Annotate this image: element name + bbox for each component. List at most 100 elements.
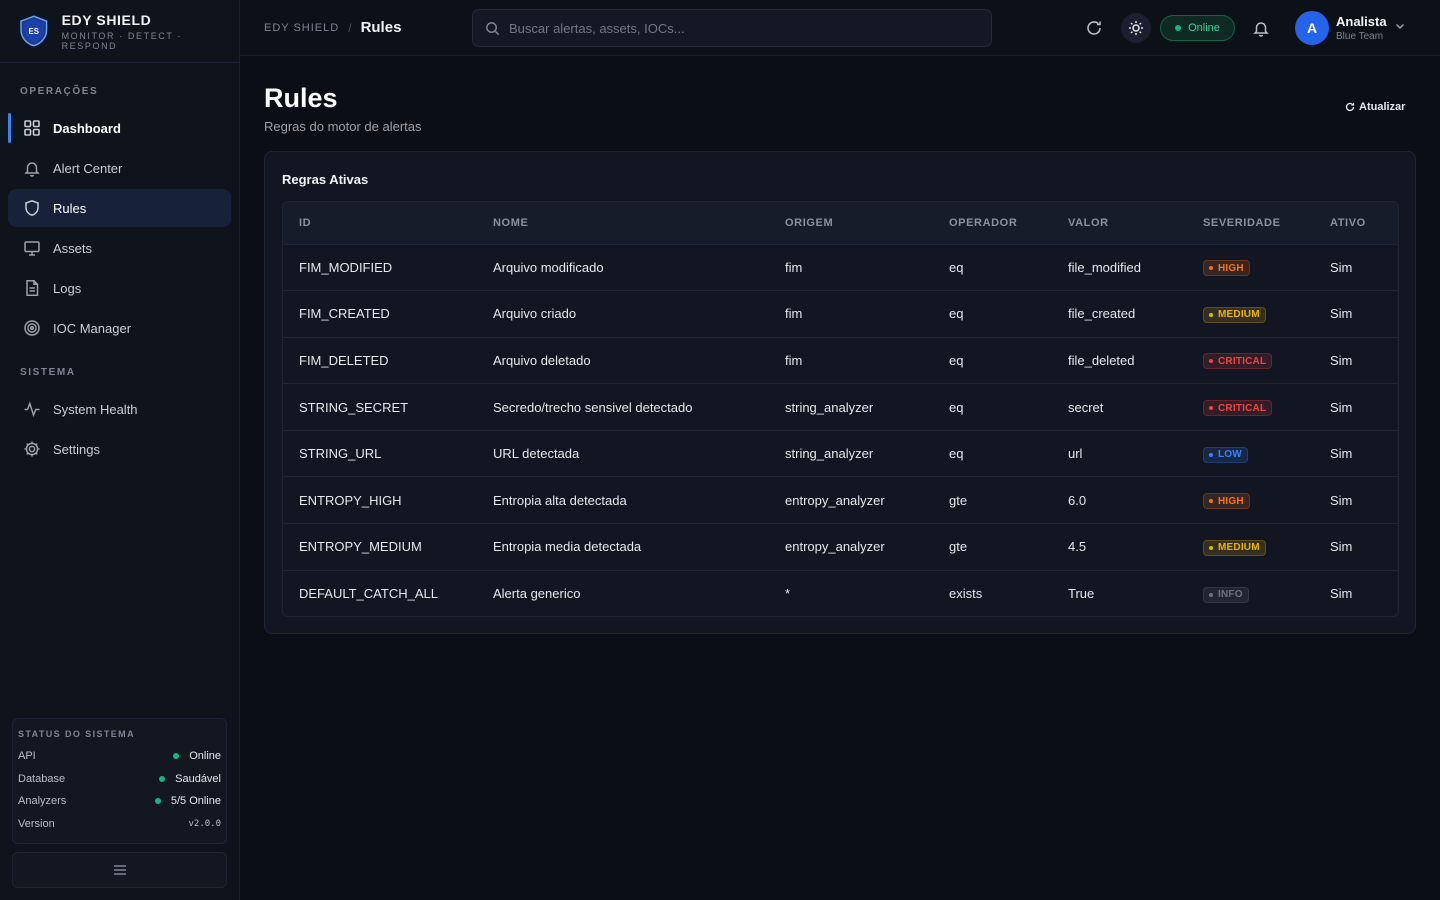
theme-toggle-button[interactable] bbox=[1121, 13, 1151, 43]
cell-operador: exists bbox=[949, 586, 983, 602]
cell-ativo: Sim bbox=[1330, 446, 1353, 462]
table-row[interactable]: FIM_CREATED Arquivo criado fim eq file_creat… bbox=[283, 290, 1398, 338]
cell-ativo: Sim bbox=[1330, 492, 1353, 508]
table-row[interactable]: FIM_DELETED Arquivo deletado fim eq file_del… bbox=[283, 337, 1398, 384]
bell-icon bbox=[1253, 22, 1269, 37]
status-label: Analyzers bbox=[18, 795, 67, 808]
cell-nome: Alerta generico bbox=[493, 586, 581, 602]
table-row[interactable]: STRING_SECRET Secredo/trecho sensivel det… bbox=[283, 383, 1398, 431]
cell-ativo: Sim bbox=[1330, 352, 1353, 368]
target-icon bbox=[24, 320, 40, 336]
severity-dot-icon bbox=[1209, 452, 1213, 457]
table-row[interactable]: FIM_MODIFIED Arquivo modificado fim eq file_… bbox=[283, 244, 1398, 291]
column-header-operador[interactable]: OPERADOR bbox=[933, 202, 1052, 244]
severity-badge: LOW bbox=[1203, 446, 1248, 463]
collapse-sidebar-button[interactable] bbox=[12, 852, 227, 888]
activity-icon bbox=[24, 401, 40, 418]
refresh-icon bbox=[1087, 21, 1101, 35]
cell-operador: gte bbox=[949, 492, 968, 508]
shield-logo-icon: ES bbox=[20, 15, 48, 47]
sidebar-item-alert-center[interactable]: Alert Center bbox=[8, 149, 231, 187]
cell-ativo: Sim bbox=[1330, 586, 1353, 602]
status-row-analyzers: Analyzers 5/5 Online bbox=[18, 790, 221, 813]
severity-dot-icon bbox=[1209, 499, 1213, 504]
user-menu-button[interactable] bbox=[1394, 20, 1406, 35]
user-name[interactable]: Analista bbox=[1336, 14, 1387, 29]
breadcrumb-root[interactable]: EDY SHIELD bbox=[264, 22, 339, 34]
sidebar: ES EDY SHIELD MONITOR · DETECT · RESPOND… bbox=[0, 0, 240, 900]
cell-id: ENTROPY_HIGH bbox=[299, 492, 402, 508]
column-header-nome[interactable]: NOME bbox=[477, 202, 769, 244]
search-box[interactable] bbox=[472, 9, 992, 47]
status-label: Version bbox=[18, 817, 55, 830]
table-row[interactable]: DEFAULT_CATCH_ALL Alerta generico * exists T… bbox=[283, 570, 1398, 616]
refresh-icon bbox=[1345, 102, 1355, 112]
menu-icon bbox=[113, 865, 126, 875]
user-role: Blue Team bbox=[1336, 31, 1384, 42]
cell-valor: file_modified bbox=[1068, 259, 1141, 275]
brand[interactable]: ES EDY SHIELD MONITOR · DETECT · RESPOND bbox=[0, 0, 239, 63]
cell-operador: eq bbox=[949, 352, 964, 368]
breadcrumb-current: Rules bbox=[360, 19, 402, 36]
cell-operador: eq bbox=[949, 399, 964, 415]
column-header-origem[interactable]: ORIGEM bbox=[769, 202, 933, 244]
cell-origem: fim bbox=[785, 352, 803, 368]
cell-origem: fim bbox=[785, 306, 803, 322]
cell-ativo: Sim bbox=[1330, 399, 1353, 415]
severity-label: HIGH bbox=[1218, 495, 1244, 507]
sidebar-item-label: Dashboard bbox=[53, 120, 121, 136]
sidebar-item-dashboard[interactable]: Dashboard bbox=[8, 109, 231, 147]
cell-origem: * bbox=[785, 586, 791, 602]
table-row[interactable]: ENTROPY_MEDIUM Entropia media detectada en… bbox=[283, 523, 1398, 571]
search-input[interactable] bbox=[509, 20, 979, 36]
top-header: EDY SHIELD / Rules Online A Analista Blu… bbox=[240, 0, 1440, 56]
sidebar-item-rules[interactable]: Rules bbox=[8, 189, 231, 227]
severity-badge: INFO bbox=[1203, 586, 1249, 603]
online-status-label: Online bbox=[1188, 22, 1220, 34]
status-value: Saudável bbox=[175, 772, 221, 785]
status-row-database: Database Saudável bbox=[18, 768, 221, 791]
sidebar-item-system-health[interactable]: System Health bbox=[8, 390, 231, 428]
severity-badge: HIGH bbox=[1203, 260, 1250, 277]
status-row-version: Version v2.0.0 bbox=[18, 813, 221, 836]
cell-valor: file_deleted bbox=[1068, 352, 1135, 368]
cell-id: STRING_URL bbox=[299, 446, 382, 462]
system-status-card: STATUS DO SISTEMA API Online Database Sa… bbox=[12, 718, 227, 844]
refresh-label: Atualizar bbox=[1359, 101, 1406, 113]
nav-section-sistema: SISTEMA bbox=[20, 367, 76, 378]
sidebar-item-logs[interactable]: Logs bbox=[8, 269, 231, 307]
cell-nome: Arquivo deletado bbox=[493, 352, 591, 368]
cell-id: ENTROPY_MEDIUM bbox=[299, 539, 422, 555]
column-header-severidade[interactable]: SEVERIDADE bbox=[1187, 202, 1314, 244]
sidebar-item-ioc-manager[interactable]: IOC Manager bbox=[8, 309, 231, 347]
column-header-ativo[interactable]: ATIVO bbox=[1314, 202, 1398, 244]
notifications-button[interactable] bbox=[1248, 15, 1274, 41]
column-header-valor[interactable]: VALOR bbox=[1052, 202, 1187, 244]
sun-icon bbox=[1129, 21, 1143, 35]
status-label: API bbox=[18, 750, 36, 763]
severity-badge: MEDIUM bbox=[1203, 306, 1266, 323]
table-row[interactable]: STRING_URL URL detectada string_analyzer eq… bbox=[283, 430, 1398, 477]
severity-label: LOW bbox=[1218, 449, 1242, 461]
sidebar-item-settings[interactable]: Settings bbox=[8, 430, 231, 468]
column-header-id[interactable]: ID bbox=[283, 202, 477, 244]
page-subtitle: Regras do motor de alertas bbox=[264, 119, 422, 134]
avatar[interactable]: A bbox=[1295, 11, 1329, 45]
search-icon bbox=[486, 21, 500, 35]
refresh-rules-button[interactable]: Atualizar bbox=[1345, 101, 1405, 113]
cell-valor: file_created bbox=[1068, 306, 1136, 322]
cell-origem: entropy_analyzer bbox=[785, 492, 885, 508]
cell-id: DEFAULT_CATCH_ALL bbox=[299, 586, 438, 602]
cell-id: STRING_SECRET bbox=[299, 399, 409, 415]
sidebar-item-assets[interactable]: Assets bbox=[8, 229, 231, 267]
cell-severidade: MEDIUM bbox=[1187, 291, 1314, 338]
status-label: Database bbox=[18, 772, 66, 785]
refresh-button[interactable] bbox=[1081, 15, 1107, 41]
status-value: 5/5 Online bbox=[170, 795, 221, 808]
severity-label: INFO bbox=[1218, 589, 1243, 601]
rules-table-body: FIM_MODIFIED Arquivo modificado fim eq file_… bbox=[283, 244, 1398, 616]
cell-nome: Entropia media detectada bbox=[493, 539, 642, 555]
cell-severidade: MEDIUM bbox=[1187, 524, 1314, 571]
severity-label: CRITICAL bbox=[1218, 355, 1267, 367]
table-row[interactable]: ENTROPY_HIGH Entropia alta detectada entro… bbox=[283, 476, 1398, 524]
